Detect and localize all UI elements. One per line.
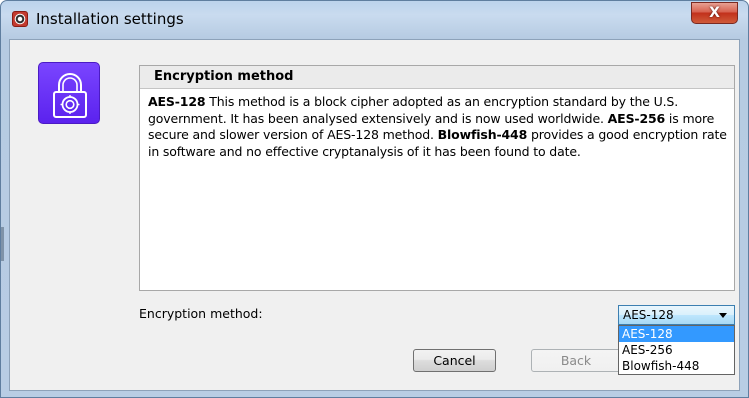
method-name: AES-256: [607, 110, 666, 126]
encryption-method-options: AES-128 AES-256 Blowfish-448: [618, 325, 735, 375]
method-name: AES-128: [148, 94, 206, 109]
chevron-down-icon[interactable]: [719, 313, 727, 318]
dropdown-option[interactable]: AES-128: [619, 326, 734, 342]
title-bar[interactable]: Installation settings X: [1, 1, 748, 39]
cancel-button[interactable]: Cancel: [413, 349, 496, 372]
padlock-icon: [38, 62, 100, 124]
dialog-content: Encryption method AES-128 This method is…: [9, 39, 740, 391]
close-icon: X: [709, 5, 720, 21]
select-value: AES-128: [623, 308, 674, 322]
installation-settings-window: Installation settings X Encryption metho…: [0, 0, 749, 398]
description-header: Encryption method: [140, 66, 734, 89]
description-run: This method is a block cipher adopted as…: [148, 94, 679, 126]
encryption-method-select[interactable]: AES-128: [618, 305, 735, 325]
window-edge-strip: [1, 227, 4, 261]
back-button[interactable]: Back: [531, 349, 621, 372]
close-button[interactable]: X: [691, 2, 738, 24]
window-title: Installation settings: [36, 10, 184, 28]
app-badge-icon: [12, 11, 28, 27]
encryption-method-label: Encryption method:: [139, 306, 263, 321]
dropdown-option[interactable]: Blowfish-448: [619, 358, 734, 374]
description-text: AES-128 This method is a block cipher ad…: [148, 94, 732, 160]
dropdown-option[interactable]: AES-256: [619, 342, 734, 358]
method-name: Blowfish-448: [437, 127, 528, 142]
description-panel: Encryption method AES-128 This method is…: [139, 65, 735, 291]
